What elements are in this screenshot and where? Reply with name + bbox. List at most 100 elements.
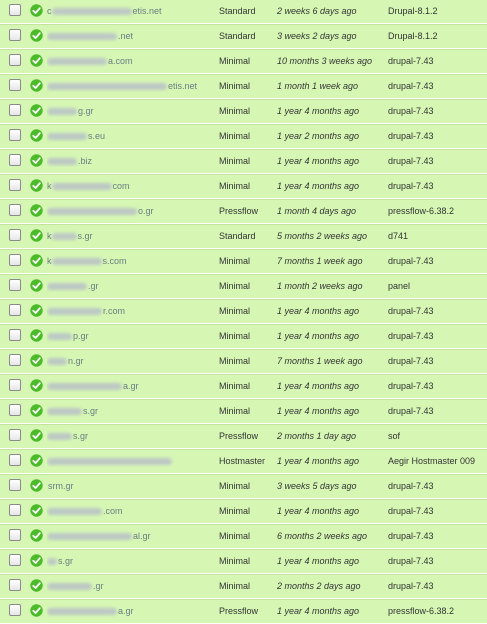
platform-name: drupal-7.43 <box>388 131 434 141</box>
install-profile: Minimal <box>219 481 251 491</box>
site-name-link[interactable]: .net <box>47 30 217 42</box>
redacted-text <box>47 358 67 366</box>
install-profile: Minimal <box>219 306 251 316</box>
row-select-checkbox[interactable] <box>9 479 21 491</box>
install-profile: Pressflow <box>219 431 259 441</box>
table-row[interactable]: a.gr Minimal 1 year 4 months ago drupal-7.4… <box>0 374 487 398</box>
site-name-link[interactable]: s.gr <box>47 430 217 442</box>
table-row[interactable]: a.com Minimal 10 months 3 weeks ago drupal-… <box>0 49 487 73</box>
site-name-link[interactable]: p.gr <box>47 330 217 342</box>
row-select-checkbox[interactable] <box>9 204 21 216</box>
site-name-suffix: .biz <box>78 156 93 166</box>
platform-name: drupal-7.43 <box>388 331 434 341</box>
site-name-link[interactable]: a.com <box>47 55 217 67</box>
site-name-link[interactable]: a.gr <box>47 605 217 617</box>
last-updated: 1 year 4 months ago <box>277 406 360 416</box>
check-circle-icon <box>30 429 43 442</box>
table-row[interactable]: c etis.net Standard 2 weeks 6 days ago Drupa… <box>0 0 487 23</box>
row-select-checkbox[interactable] <box>9 429 21 441</box>
table-row[interactable]: .gr Minimal 1 month 2 weeks ago panel <box>0 274 487 298</box>
site-name-link[interactable]: a.gr <box>47 380 217 392</box>
row-select-checkbox[interactable] <box>9 129 21 141</box>
check-circle-icon <box>30 79 43 92</box>
row-select-checkbox[interactable] <box>9 179 21 191</box>
table-row[interactable]: Hostmaster 1 year 4 months ago Aegir Hostm… <box>0 449 487 473</box>
site-name-link[interactable]: g.gr <box>47 105 217 117</box>
site-name-suffix: s.gr <box>77 231 93 241</box>
table-row[interactable]: s.gr Minimal 1 year 4 months ago drupal-7.4… <box>0 549 487 573</box>
site-name-link[interactable]: srm.gr <box>47 480 217 492</box>
site-name-link[interactable]: .gr <box>47 580 217 592</box>
site-name-link[interactable] <box>47 455 217 467</box>
table-row[interactable]: n.gr Minimal 7 months 1 week ago drupal-7.4… <box>0 349 487 373</box>
site-name-suffix: .gr <box>93 581 104 591</box>
site-name-link[interactable]: .biz <box>47 155 217 167</box>
row-select-checkbox[interactable] <box>9 254 21 266</box>
row-select-checkbox[interactable] <box>9 529 21 541</box>
table-row[interactable]: s.eu Minimal 1 year 2 months ago drupal-7.4… <box>0 124 487 148</box>
site-name-link[interactable]: k com <box>47 180 217 192</box>
row-select-checkbox[interactable] <box>9 104 21 116</box>
site-name-link[interactable]: al.gr <box>47 530 217 542</box>
table-row[interactable]: p.gr Minimal 1 year 4 months ago drupal-7.4… <box>0 324 487 348</box>
table-row[interactable]: etis.net Minimal 1 month 1 week ago drupal-… <box>0 74 487 98</box>
row-select-checkbox[interactable] <box>9 304 21 316</box>
table-row[interactable]: .gr Minimal 2 months 2 days ago drupal-7.43 <box>0 574 487 598</box>
row-select-checkbox[interactable] <box>9 229 21 241</box>
row-select-checkbox[interactable] <box>9 579 21 591</box>
table-row[interactable]: s.gr Pressflow 2 months 1 day ago sof <box>0 424 487 448</box>
table-row[interactable]: .com Minimal 1 year 4 months ago drupal-7.4… <box>0 499 487 523</box>
install-profile: Standard <box>219 231 256 241</box>
site-name-link[interactable]: k s.com <box>47 255 217 267</box>
row-select-checkbox[interactable] <box>9 279 21 291</box>
site-name-suffix: .com <box>103 506 123 516</box>
table-row[interactable]: srm.gr Minimal 3 weeks 5 days ago drupal-7.… <box>0 474 487 498</box>
site-name-link[interactable]: s.gr <box>47 555 217 567</box>
row-select-checkbox[interactable] <box>9 504 21 516</box>
platform-name: drupal-7.43 <box>388 106 434 116</box>
row-select-checkbox[interactable] <box>9 154 21 166</box>
site-name-prefix: k <box>47 181 52 191</box>
site-name-link[interactable]: etis.net <box>47 80 217 92</box>
row-select-checkbox[interactable] <box>9 29 21 41</box>
last-updated: 7 months 1 week ago <box>277 356 363 366</box>
row-select-checkbox[interactable] <box>9 554 21 566</box>
table-row[interactable]: s.gr Minimal 1 year 4 months ago drupal-7.4… <box>0 399 487 423</box>
site-name-link[interactable]: o.gr <box>47 205 217 217</box>
table-row[interactable]: k s.com Minimal 7 months 1 week ago drupal-7… <box>0 249 487 273</box>
row-select-checkbox[interactable] <box>9 54 21 66</box>
table-row[interactable]: g.gr Minimal 1 year 4 months ago drupal-7.4… <box>0 99 487 123</box>
row-select-checkbox[interactable] <box>9 379 21 391</box>
table-row[interactable]: .biz Minimal 1 year 4 months ago drupal-7.4… <box>0 149 487 173</box>
install-profile: Minimal <box>219 131 251 141</box>
table-row[interactable]: k s.gr Standard 5 months 2 weeks ago d741 <box>0 224 487 248</box>
site-name-link[interactable]: k s.gr <box>47 230 217 242</box>
last-updated: 7 months 1 week ago <box>277 256 363 266</box>
platform-name: drupal-7.43 <box>388 406 434 416</box>
site-name-link[interactable]: r.com <box>47 305 217 317</box>
site-name-link[interactable]: s.eu <box>47 130 217 142</box>
sites-table: c etis.net Standard 2 weeks 6 days ago Drupa… <box>0 0 487 624</box>
site-name-link[interactable]: s.gr <box>47 405 217 417</box>
install-profile: Minimal <box>219 56 251 66</box>
row-select-checkbox[interactable] <box>9 354 21 366</box>
row-select-checkbox[interactable] <box>9 329 21 341</box>
site-name-link[interactable]: n.gr <box>47 355 217 367</box>
site-name-link[interactable]: c etis.net <box>47 5 217 17</box>
table-row[interactable]: r.com Minimal 1 year 4 months ago drupal-7.… <box>0 299 487 323</box>
row-select-checkbox[interactable] <box>9 404 21 416</box>
table-row[interactable]: o.gr Pressflow 1 month 4 days ago pressflow… <box>0 199 487 223</box>
site-name-link[interactable]: .gr <box>47 280 217 292</box>
row-select-checkbox[interactable] <box>9 604 21 616</box>
install-profile: Minimal <box>219 181 251 191</box>
site-name-link[interactable]: .com <box>47 505 217 517</box>
table-row[interactable]: al.gr Minimal 6 months 2 weeks ago drupal-7… <box>0 524 487 548</box>
row-select-checkbox[interactable] <box>9 4 21 16</box>
table-row[interactable]: a.gr Pressflow 1 year 4 months ago pressflo… <box>0 599 487 623</box>
platform-name: drupal-7.43 <box>388 256 434 266</box>
row-select-checkbox[interactable] <box>9 79 21 91</box>
redacted-text <box>47 308 102 316</box>
row-select-checkbox[interactable] <box>9 454 21 466</box>
table-row[interactable]: .net Standard 3 weeks 2 days ago Drupal-8.1… <box>0 24 487 48</box>
table-row[interactable]: k com Minimal 1 year 4 months ago drupal-7.4… <box>0 174 487 198</box>
